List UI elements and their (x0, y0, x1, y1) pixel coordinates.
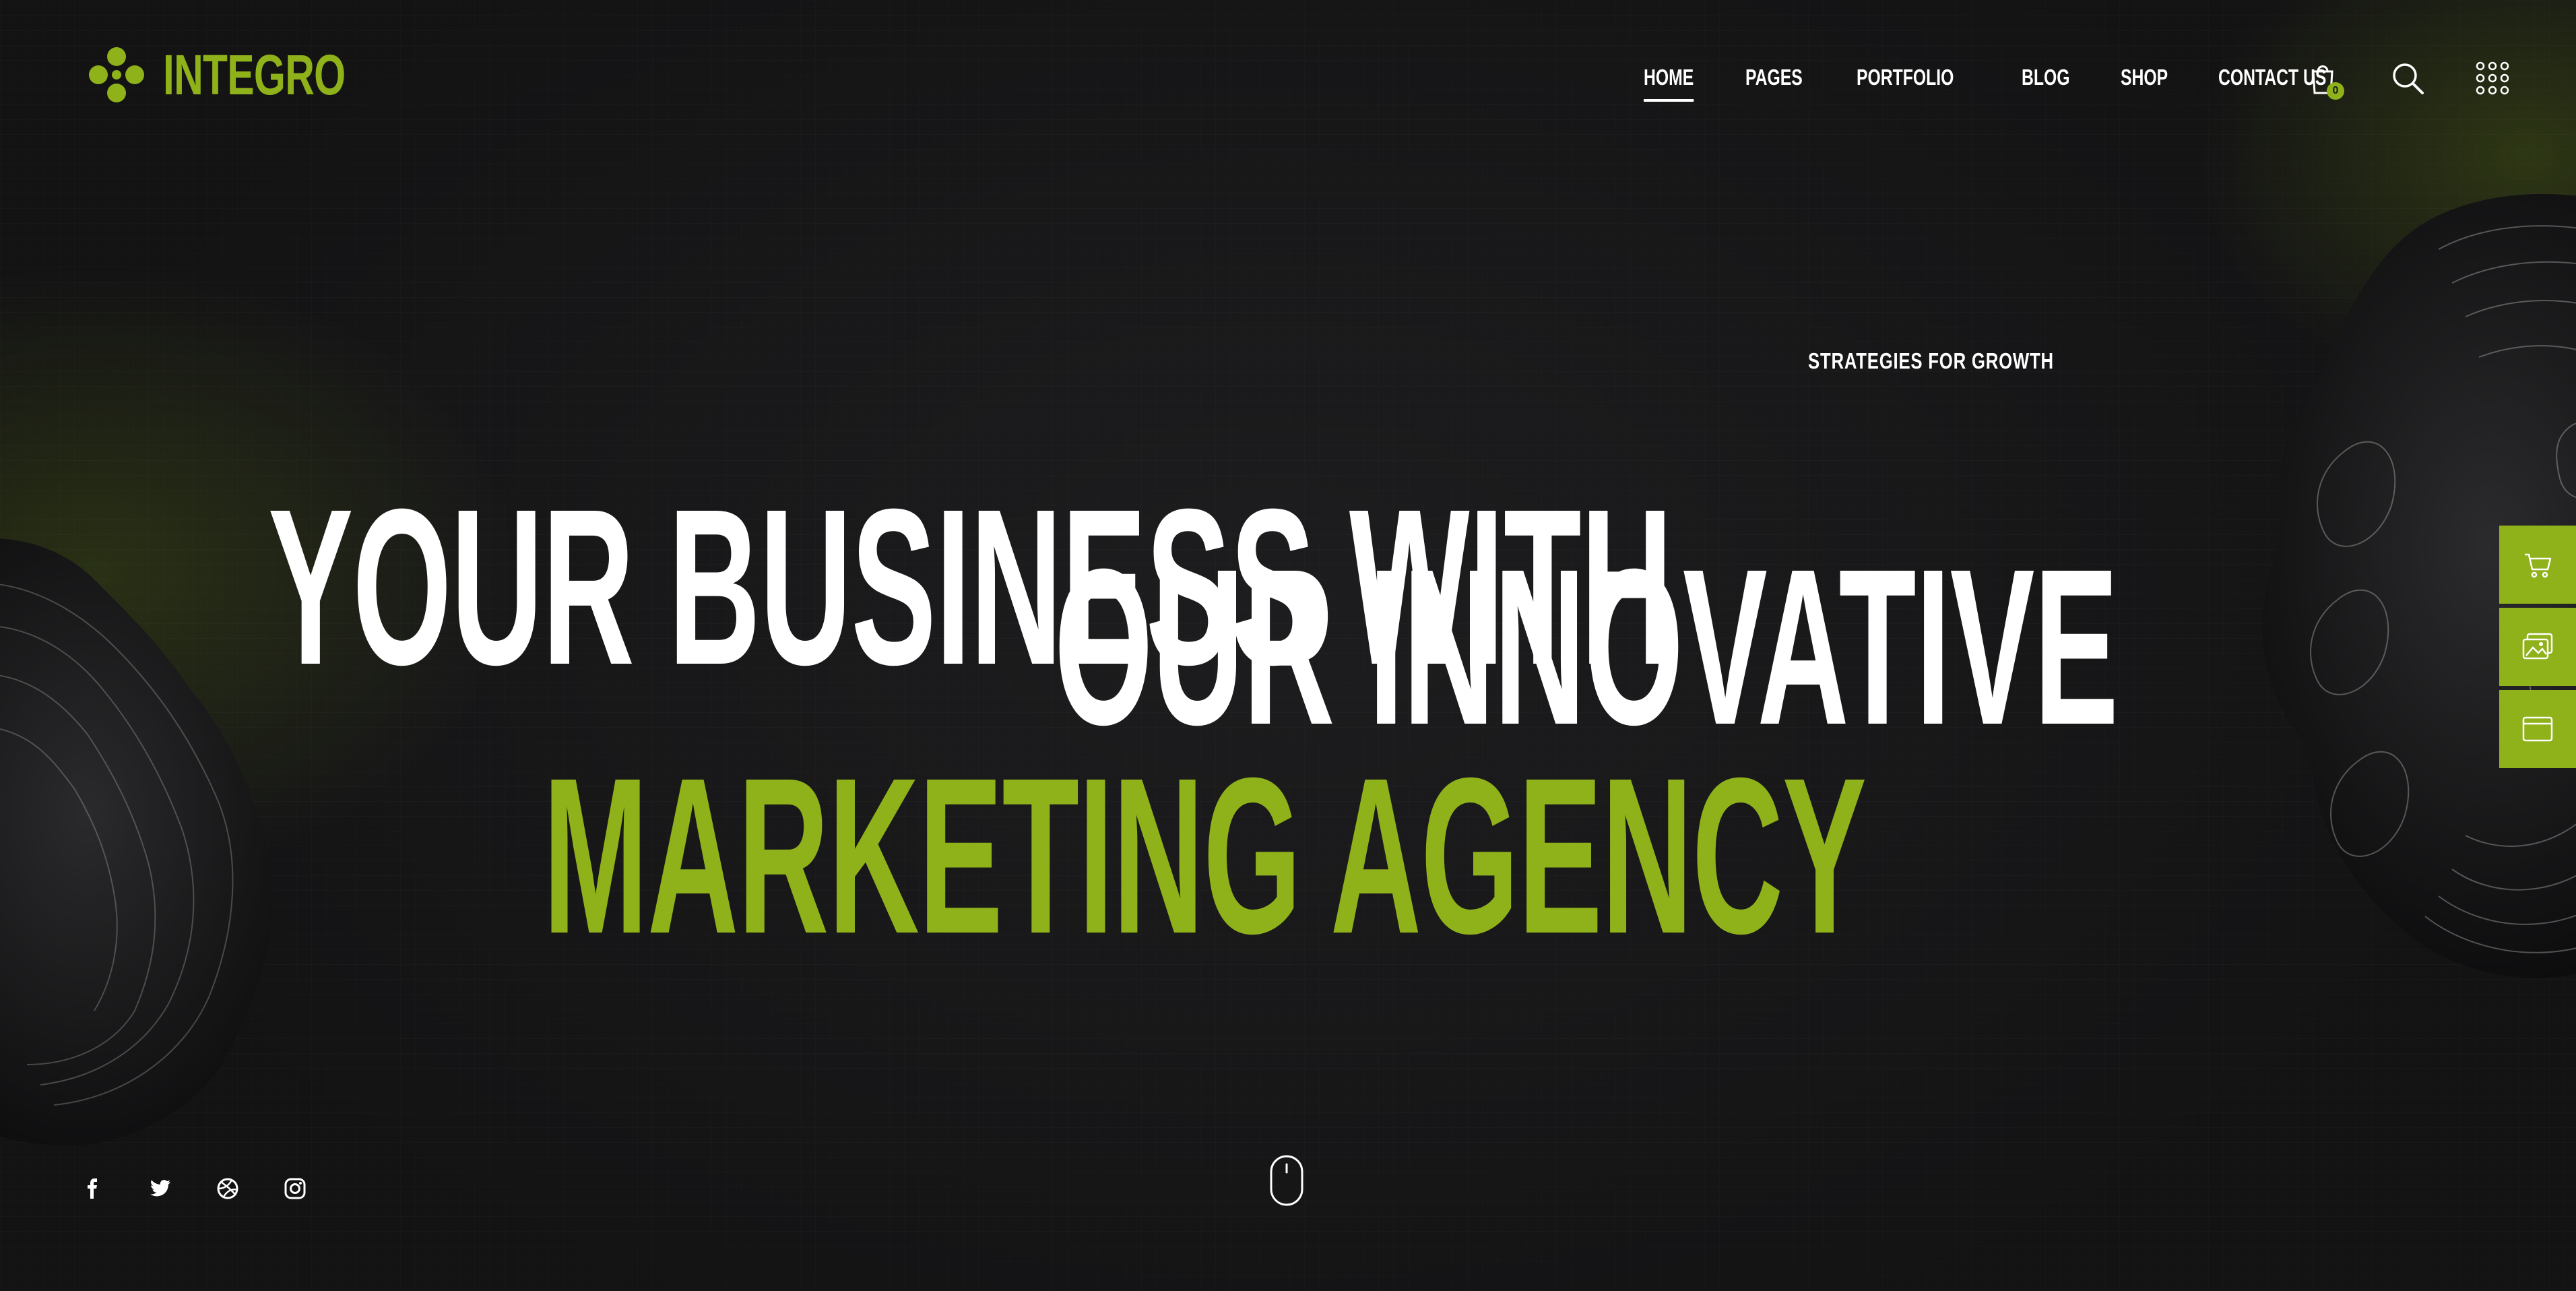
page: INTEGRO HOME PAGES PORTFOLIO BLOG SHOP C… (0, 0, 2576, 1291)
instagram-icon[interactable] (283, 1176, 307, 1201)
main-nav: HOME PAGES PORTFOLIO BLOG SHOP CONTACT U… (1644, 64, 2397, 102)
header-actions: 0 (2304, 59, 2511, 100)
images-icon (2522, 633, 2553, 660)
nav-item-portfolio[interactable]: PORTFOLIO (1857, 64, 1954, 91)
hero-headline-line-2: OUR INNOVATIVE (1054, 522, 2119, 771)
social-links (81, 1176, 307, 1201)
nav-item-shop[interactable]: SHOP (2121, 64, 2168, 91)
cart-count-badge: 0 (2327, 82, 2344, 100)
cart-icon (2525, 553, 2552, 578)
hero-headline-line-3: MARKETING AGENCY (543, 731, 1867, 980)
twitter-icon[interactable] (148, 1176, 172, 1201)
nav-item-pages[interactable]: PAGES (1745, 64, 1803, 91)
logo-mark-icon (89, 47, 144, 102)
grid-menu-icon (2476, 61, 2509, 95)
floating-side-panel (2499, 526, 2576, 768)
facebook-icon[interactable] (81, 1176, 105, 1201)
side-cart-button[interactable] (2499, 526, 2576, 604)
mouse-scroll-icon[interactable] (1268, 1154, 1306, 1207)
browser-window-icon (2522, 716, 2553, 742)
nav-item-home[interactable]: HOME (1644, 64, 1694, 102)
brand-name: INTEGRO (163, 43, 346, 106)
dribbble-icon[interactable] (216, 1176, 240, 1201)
decorative-rock-left (0, 538, 273, 1145)
nav-item-blog[interactable]: BLOG (2022, 64, 2069, 91)
hero-tagline: STRATEGIES FOR GROWTH (1808, 348, 2054, 373)
side-gallery-button[interactable] (2499, 608, 2576, 686)
brand-logo[interactable]: INTEGRO (86, 44, 416, 105)
cart-button[interactable]: 0 (2304, 59, 2344, 100)
menu-button[interactable] (2474, 59, 2511, 97)
side-window-button[interactable] (2499, 690, 2576, 768)
search-button[interactable] (2389, 59, 2426, 97)
search-icon (2393, 63, 2424, 94)
